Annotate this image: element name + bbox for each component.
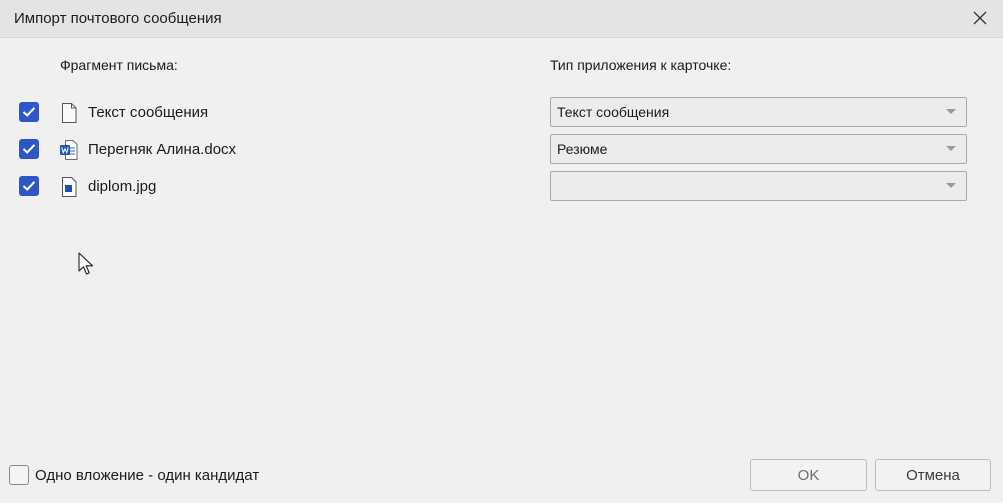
word-icon <box>60 140 78 160</box>
one-attachment-checkbox[interactable] <box>9 465 29 485</box>
item-checkbox[interactable] <box>19 102 39 122</box>
chevron-down-icon <box>946 109 956 114</box>
ok-button[interactable]: OK <box>750 459 867 491</box>
document-icon <box>62 103 77 123</box>
checkmark-icon <box>22 144 36 154</box>
close-icon <box>973 11 987 25</box>
select-value: Текст сообщения <box>557 104 670 120</box>
attach-type-header: Тип приложения к карточке: <box>550 57 732 73</box>
list-item: Перегняк Алина.docx Резюме <box>0 134 1003 169</box>
fragment-header: Фрагмент письма: <box>60 57 178 73</box>
mouse-cursor-icon <box>78 252 94 275</box>
attach-type-select[interactable]: Текст сообщения <box>550 97 967 127</box>
checkmark-icon <box>22 181 36 191</box>
checkmark-icon <box>22 107 36 117</box>
image-file-icon <box>62 177 77 197</box>
list-item: Текст сообщения Текст сообщения <box>0 97 1003 132</box>
item-checkbox[interactable] <box>19 176 39 196</box>
close-button[interactable] <box>965 4 995 32</box>
chevron-down-icon <box>946 146 956 151</box>
attach-type-select[interactable]: Резюме <box>550 134 967 164</box>
item-name: Перегняк Алина.docx <box>88 141 237 158</box>
chevron-down-icon <box>946 183 956 188</box>
item-checkbox[interactable] <box>19 139 39 159</box>
one-attachment-label: Одно вложение - один кандидат <box>35 467 260 484</box>
item-name: diplom.jpg <box>88 178 157 195</box>
select-value: Резюме <box>557 141 608 157</box>
title-bar: Импорт почтового сообщения <box>0 0 1003 38</box>
cancel-button[interactable]: Отмена <box>875 459 991 491</box>
list-item: diplom.jpg <box>0 171 1003 206</box>
item-name: Текст сообщения <box>88 104 209 121</box>
window-title: Импорт почтового сообщения <box>14 10 222 27</box>
attach-type-select[interactable] <box>550 171 967 201</box>
